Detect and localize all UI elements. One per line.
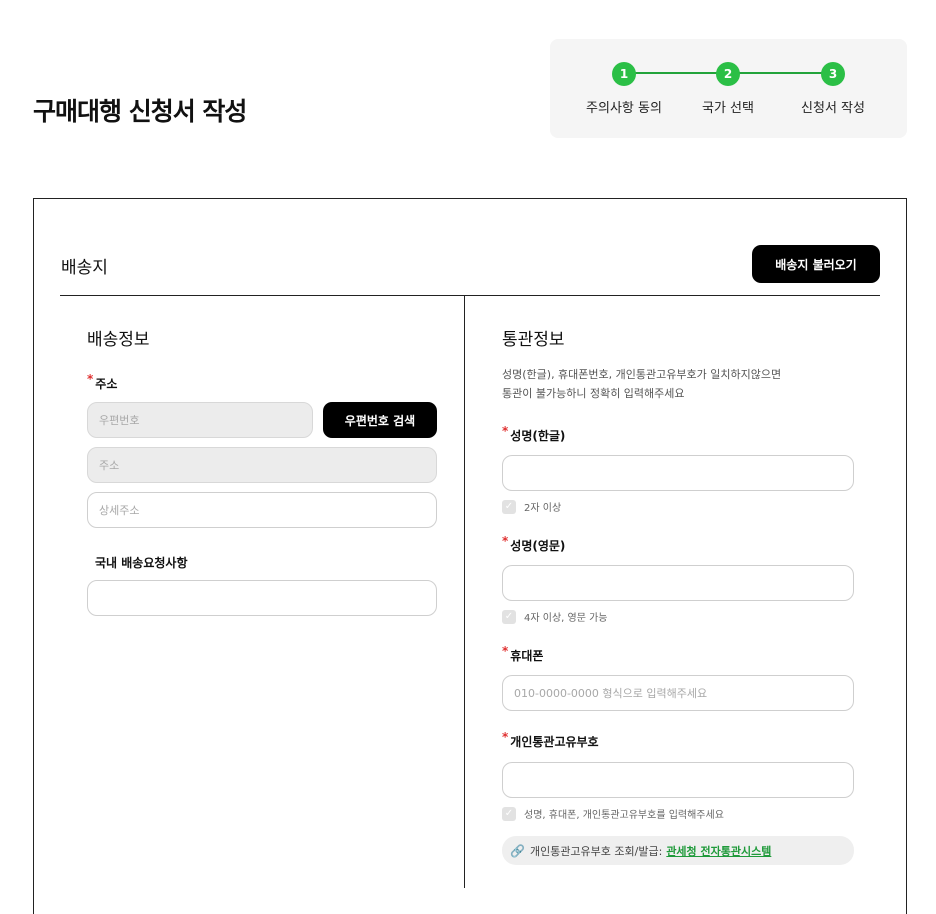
check-icon: ✓ [502,806,516,821]
step-2-label: 국가 선택 [702,101,754,116]
name-en-input[interactable] [502,565,854,601]
section-divider [60,295,880,296]
name-en-hint-text: 4자 이상, 영문 가능 [524,613,608,624]
link-icon: 🔗 [510,843,525,858]
customs-notice: 성명(한글), 휴대폰번호, 개인통관고유부호가 일치하지않으면 통관이 불가능… [502,368,782,400]
postcode-search-button[interactable]: 우편번호 검색 [323,402,437,438]
required-mark: * [502,730,509,744]
customs-link-text: 개인통관고유부호 조회/발급: [529,844,663,858]
page-title: 구매대행 신청서 작성 [33,97,247,126]
customs-system-link[interactable]: 관세청 전자통관시스템 [666,843,771,859]
name-kr-label-text: 성명(한글) [510,429,566,443]
step-3-label: 신청서 작성 [801,101,865,116]
postcode-input[interactable] [87,402,313,438]
name-kr-input[interactable] [502,455,854,491]
delivery-request-label: 국내 배송요청사항 [95,556,188,570]
step-1-indicator: 1 [612,62,636,86]
name-en-label-text: 성명(영문) [510,539,566,553]
check-icon: ✓ [502,499,516,514]
step-1-label: 주의사항 동의 [586,101,662,116]
address-input[interactable] [87,447,437,483]
phone-input[interactable] [502,675,854,711]
load-address-button[interactable]: 배송지 불러오기 [752,245,880,283]
progress-stepper: 1 2 3 주의사항 동의 국가 선택 신청서 작성 [550,39,907,138]
pccc-label: * 개인통관고유부호 [502,730,599,750]
required-mark: * [502,644,509,658]
name-kr-hint: ✓ 2자 이상 [502,499,561,514]
name-kr-label: * 성명(한글) [502,424,566,444]
section-title-shipping: 배송지 [61,258,108,278]
required-mark: * [502,534,509,548]
required-mark: * [87,372,94,386]
customs-info-title: 통관정보 [502,330,565,350]
phone-label: * 휴대폰 [502,644,544,664]
pccc-hint-text: 성명, 휴대폰, 개인통관고유부호를 입력해주세요 [524,810,724,821]
name-en-label: * 성명(영문) [502,534,566,554]
name-en-hint: ✓ 4자 이상, 영문 가능 [502,609,607,624]
detail-address-input[interactable] [87,492,437,528]
customs-system-link-box: 🔗 개인통관고유부호 조회/발급: 관세청 전자통관시스템 [502,836,854,865]
name-kr-hint-text: 2자 이상 [524,503,562,514]
address-label-text: 주소 [95,377,118,391]
shipping-form-card: 배송지 배송지 불러오기 배송정보 *주소 우편번호 검색 국내 배송요청사항 … [33,198,907,914]
pccc-label-text: 개인통관고유부호 [510,735,599,749]
column-divider [464,296,465,888]
step-connector [624,72,729,74]
check-icon: ✓ [502,609,516,624]
delivery-info-title: 배송정보 [87,330,150,350]
step-connector [728,72,834,74]
pccc-hint: ✓ 성명, 휴대폰, 개인통관고유부호를 입력해주세요 [502,806,724,821]
phone-label-text: 휴대폰 [510,649,544,663]
address-label: * 주소 [87,372,118,392]
step-2-indicator: 2 [716,62,740,86]
pccc-input[interactable] [502,762,854,798]
delivery-request-input[interactable] [87,580,437,616]
step-3-indicator: 3 [821,62,845,86]
required-mark: * [502,424,509,438]
